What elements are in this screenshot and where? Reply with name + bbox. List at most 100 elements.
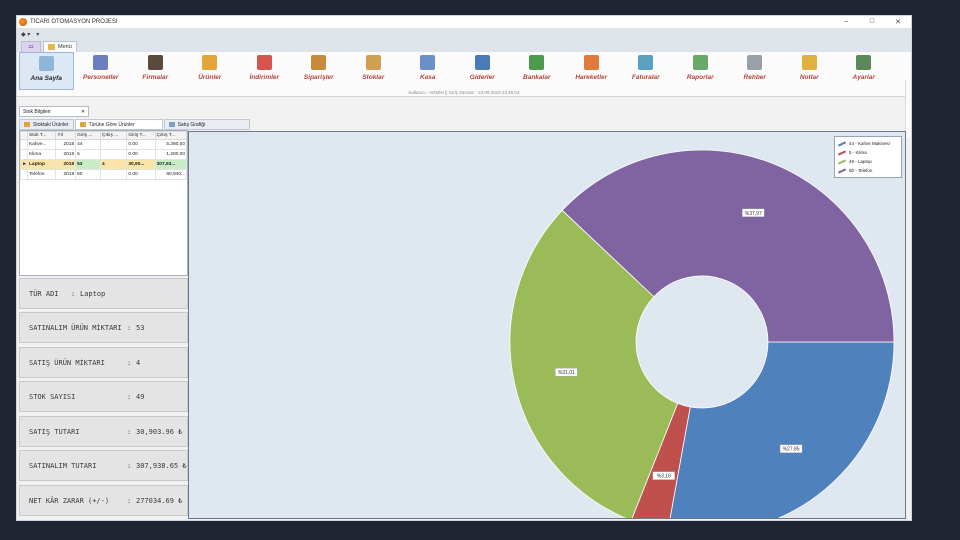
legend-item: 5 - Klima bbox=[837, 148, 898, 157]
slice-label-text: %37,97 bbox=[745, 211, 762, 217]
table-row-selected[interactable]: ▸ Laptop 2018 53 4 30,90... 307,93... bbox=[20, 159, 188, 170]
ribbon-button-5[interactable]: İndirimler bbox=[237, 52, 292, 90]
settings-user-icon bbox=[856, 55, 872, 70]
cell-in-total[interactable]: 0.00 bbox=[126, 139, 156, 150]
doughnut-chart: %27,85 %3,16 %31,01 %37,97 bbox=[509, 149, 895, 518]
detail-separator: : bbox=[127, 358, 132, 367]
book-icon bbox=[529, 55, 545, 70]
ribbon-tab-row: ▭ Menü bbox=[17, 39, 911, 52]
table-row[interactable]: Telefon 2018 60 0.00 80,940... bbox=[20, 169, 188, 180]
ribbon-button-label: Notlar bbox=[799, 74, 819, 81]
chart-panel: %27,85 %3,16 %31,01 %37,97 44 - Kahve Makin… bbox=[188, 131, 906, 519]
column-header[interactable]: Çıkış T... bbox=[154, 131, 188, 140]
detail-separator: : bbox=[127, 323, 132, 332]
cell-name[interactable]: Kahve... bbox=[26, 139, 57, 150]
legend-swatch bbox=[837, 140, 847, 147]
tab-satis-grafigi[interactable]: Satış Grafiği bbox=[163, 119, 250, 130]
cell-name[interactable]: Klima bbox=[26, 149, 57, 160]
cell-name[interactable]: Laptop bbox=[26, 159, 57, 170]
tab-menu[interactable]: Menü bbox=[43, 41, 77, 52]
cell-year[interactable]: 2018 bbox=[55, 159, 77, 170]
app-menu-tab[interactable]: ▭ bbox=[21, 41, 41, 52]
tab-turune-gore-urunler[interactable]: Türüne Göre Ürünler bbox=[74, 119, 163, 130]
column-header[interactable]: Stok T... bbox=[26, 131, 57, 140]
ribbon-scroll[interactable] bbox=[905, 80, 911, 138]
slice-label-text: %27,85 bbox=[783, 447, 800, 453]
ribbon-button-15[interactable]: Notlar bbox=[782, 52, 837, 90]
ribbon-button-9[interactable]: Giderler bbox=[455, 52, 510, 90]
ribbon-button-label: Kasa bbox=[419, 74, 436, 81]
ribbon-button-label: Firmalar bbox=[142, 74, 169, 81]
cell-out[interactable] bbox=[99, 169, 128, 180]
detail-card: SATINALIM ÜRÜN MİKTARI:53 bbox=[19, 312, 188, 343]
cell-out[interactable]: 4 bbox=[99, 159, 128, 170]
table-row[interactable]: Kahve... 2018 44 0.00 5,280.00 bbox=[20, 139, 188, 150]
cell-name[interactable]: Telefon bbox=[26, 169, 57, 180]
ribbon-button-label: Rehber bbox=[743, 74, 766, 81]
cell-out[interactable] bbox=[99, 139, 128, 150]
cell-in-total[interactable]: 0.00 bbox=[126, 169, 156, 180]
detail-card: SATINALIM TUTARI:307,938.65 ₺ bbox=[19, 450, 188, 481]
close-icon[interactable]: ✕ bbox=[81, 109, 85, 115]
cell-in[interactable]: 5 bbox=[75, 149, 101, 160]
tab-stoktaki-urunler[interactable]: Stoktaki Ürünler bbox=[19, 119, 74, 130]
cell-in[interactable]: 60 bbox=[75, 169, 101, 180]
column-header[interactable]: Giriş ... bbox=[75, 131, 101, 140]
ribbon-button-2[interactable]: Personeller bbox=[74, 52, 129, 90]
tab-stok-bilgileri[interactable]: Stok Bilgileri ✕ bbox=[19, 106, 89, 117]
tab-label: Türüne Göre Ürünler bbox=[88, 121, 135, 128]
ribbon-button-7[interactable]: Stoklar bbox=[346, 52, 401, 90]
cell-out-total[interactable]: 1,200.00 bbox=[154, 149, 188, 160]
ribbon-button-4[interactable]: Ürünler bbox=[183, 52, 238, 90]
cell-out-total[interactable]: 80,940... bbox=[154, 169, 188, 180]
ribbon-button-label: Ayarlar bbox=[852, 74, 875, 81]
quick-access-menu[interactable]: ◆ ▾ bbox=[21, 31, 30, 38]
cell-year[interactable]: 2018 bbox=[55, 139, 77, 150]
legend-label: 5 - Klima bbox=[849, 150, 867, 155]
ribbon-button-3[interactable]: Firmalar bbox=[128, 52, 183, 90]
ribbon-button-11[interactable]: Hareketler bbox=[564, 52, 619, 90]
legend-item: 44 - Kahve Makinesi bbox=[837, 139, 898, 148]
ribbon-button-13[interactable]: Raporlar bbox=[673, 52, 728, 90]
ribbon-button-16[interactable]: Ayarlar bbox=[837, 52, 892, 90]
row-indicator-header bbox=[20, 131, 28, 140]
cell-in-total[interactable]: 0.00 bbox=[126, 149, 156, 160]
column-header[interactable]: Çıkış ... bbox=[99, 131, 128, 140]
detail-value: 277034.69 ₺ bbox=[136, 496, 183, 505]
detail-value: 4 bbox=[136, 358, 141, 367]
legend-swatch bbox=[837, 158, 847, 165]
app-menu-icon: ▭ bbox=[28, 44, 34, 50]
ribbon-button-8[interactable]: Kasa bbox=[401, 52, 456, 90]
cell-out[interactable] bbox=[99, 149, 128, 160]
stock-grid[interactable]: Stok T... Yıl Giriş ... Çıkış ... Giriş … bbox=[19, 130, 188, 276]
maximize-button[interactable]: □ bbox=[859, 18, 885, 26]
window-title: TICARI OTOMASYON PROJESI bbox=[30, 19, 118, 25]
column-header[interactable]: Giriş T... bbox=[126, 131, 156, 140]
ribbon-button-14[interactable]: Rehber bbox=[728, 52, 783, 90]
column-header[interactable]: Yıl bbox=[55, 131, 77, 140]
ribbon-button-12[interactable]: Faturalar bbox=[619, 52, 674, 90]
cell-out-total[interactable]: 307,93... bbox=[154, 159, 188, 170]
ribbon-button-label: Siparişler bbox=[303, 74, 334, 81]
cell-year[interactable]: 2018 bbox=[55, 149, 77, 160]
cell-in[interactable]: 44 bbox=[75, 139, 101, 150]
close-button[interactable]: ✕ bbox=[885, 18, 911, 26]
detail-separator: : bbox=[71, 289, 76, 298]
doughnut-slice[interactable] bbox=[668, 341, 895, 518]
list-icon bbox=[420, 55, 436, 70]
tab-menu-label: Menü bbox=[58, 44, 72, 50]
ribbon-button-6[interactable]: Siparişler bbox=[292, 52, 347, 90]
cell-in[interactable]: 53 bbox=[75, 159, 101, 170]
table-row[interactable]: Klima 2018 5 0.00 1,200.00 bbox=[20, 149, 188, 160]
ribbon-button-label: Personeller bbox=[83, 74, 119, 81]
ribbon-button-label: Ana Sayfa bbox=[30, 75, 62, 82]
minimize-button[interactable]: – bbox=[833, 18, 859, 26]
quick-access-dropdown[interactable]: ▾ bbox=[36, 31, 39, 38]
legend-item: 60 - Telefon bbox=[837, 166, 898, 175]
detail-card: SATIŞ ÜRÜN MİKTARI:4 bbox=[19, 347, 188, 378]
cell-year[interactable]: 2018 bbox=[55, 169, 77, 180]
ribbon-button-10[interactable]: Bankalar bbox=[510, 52, 565, 90]
cell-out-total[interactable]: 5,280.00 bbox=[154, 139, 188, 150]
cell-in-total[interactable]: 30,90... bbox=[126, 159, 156, 170]
ribbon-button-1[interactable]: Ana Sayfa bbox=[19, 52, 74, 90]
